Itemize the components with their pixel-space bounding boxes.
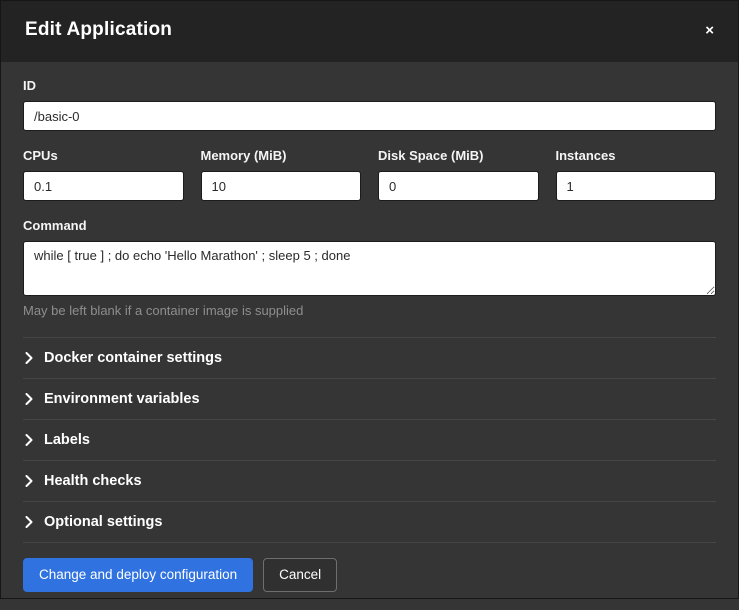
close-icon[interactable]: × bbox=[703, 19, 716, 42]
accordion-labels[interactable]: Labels bbox=[23, 419, 716, 460]
resources-row: CPUs Memory (MiB) Disk Space (MiB) Insta… bbox=[23, 148, 716, 201]
command-textarea[interactable]: while [ true ] ; do echo 'Hello Marathon… bbox=[23, 241, 716, 296]
chevron-right-icon bbox=[25, 516, 33, 528]
cpus-label: CPUs bbox=[23, 148, 184, 163]
accordion-label: Health checks bbox=[44, 473, 142, 489]
disk-label: Disk Space (MiB) bbox=[378, 148, 539, 163]
accordion-label: Environment variables bbox=[44, 391, 200, 407]
accordion-label: Labels bbox=[44, 432, 90, 448]
edit-application-modal: Edit Application × ID CPUs Memory (MiB) … bbox=[1, 1, 738, 598]
accordion-docker-container-settings[interactable]: Docker container settings bbox=[23, 337, 716, 378]
accordion-label: Optional settings bbox=[44, 514, 162, 530]
memory-field-group: Memory (MiB) bbox=[201, 148, 362, 201]
command-help-text: May be left blank if a container image i… bbox=[23, 303, 716, 318]
disk-input[interactable] bbox=[378, 171, 539, 201]
command-label: Command bbox=[23, 218, 716, 233]
accordion-environment-variables[interactable]: Environment variables bbox=[23, 378, 716, 419]
chevron-right-icon bbox=[25, 434, 33, 446]
modal-footer: Change and deploy configuration Cancel bbox=[1, 543, 738, 610]
accordion: Docker container settings Environment va… bbox=[23, 337, 716, 543]
accordion-health-checks[interactable]: Health checks bbox=[23, 460, 716, 501]
modal-header: Edit Application × bbox=[1, 1, 738, 62]
command-field-group: Command while [ true ] ; do echo 'Hello … bbox=[23, 218, 716, 318]
id-field-group: ID bbox=[23, 78, 716, 131]
accordion-optional-settings[interactable]: Optional settings bbox=[23, 501, 716, 542]
disk-field-group: Disk Space (MiB) bbox=[378, 148, 539, 201]
accordion-label: Docker container settings bbox=[44, 350, 222, 366]
id-input[interactable] bbox=[23, 101, 716, 131]
cpus-input[interactable] bbox=[23, 171, 184, 201]
id-label: ID bbox=[23, 78, 716, 93]
instances-field-group: Instances bbox=[556, 148, 717, 201]
modal-title: Edit Application bbox=[25, 19, 172, 41]
chevron-right-icon bbox=[25, 393, 33, 405]
cpus-field-group: CPUs bbox=[23, 148, 184, 201]
instances-label: Instances bbox=[556, 148, 717, 163]
cancel-button[interactable]: Cancel bbox=[263, 558, 337, 592]
memory-input[interactable] bbox=[201, 171, 362, 201]
change-and-deploy-button[interactable]: Change and deploy configuration bbox=[23, 558, 253, 592]
chevron-right-icon bbox=[25, 352, 33, 364]
instances-input[interactable] bbox=[556, 171, 717, 201]
chevron-right-icon bbox=[25, 475, 33, 487]
memory-label: Memory (MiB) bbox=[201, 148, 362, 163]
modal-body: ID CPUs Memory (MiB) Disk Space (MiB) In… bbox=[1, 62, 738, 543]
